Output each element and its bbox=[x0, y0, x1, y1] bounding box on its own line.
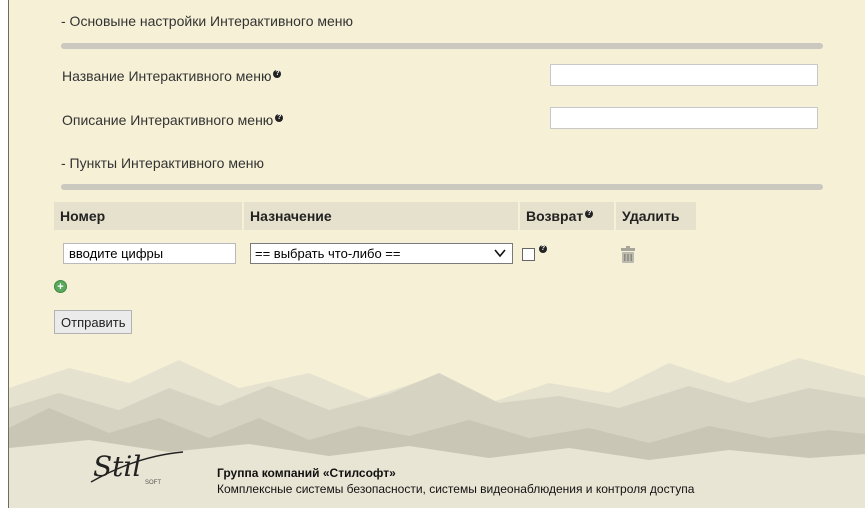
header-return: Возврат? bbox=[520, 202, 614, 230]
help-icon[interactable]: ? bbox=[273, 70, 282, 79]
name-label-text: Название Интерактивного меню bbox=[62, 68, 272, 84]
section-divider-basic bbox=[61, 43, 823, 49]
header-delete: Удалить bbox=[616, 202, 696, 230]
purpose-select[interactable]: == выбрать что-либо == bbox=[250, 243, 513, 264]
section-title-items: - Пункты Интерактивного меню bbox=[61, 155, 264, 171]
chevron-down-icon bbox=[494, 245, 506, 264]
help-icon[interactable]: ? bbox=[275, 114, 284, 123]
items-table-header: Номер Назначение Возврат? Удалить bbox=[54, 202, 865, 230]
description-input[interactable] bbox=[550, 107, 818, 129]
purpose-select-value: == выбрать что-либо == bbox=[255, 246, 401, 261]
header-number: Номер bbox=[54, 202, 242, 230]
header-purpose: Назначение bbox=[244, 202, 518, 230]
description-label-text: Описание Интерактивного меню bbox=[62, 112, 274, 128]
name-input[interactable] bbox=[550, 64, 818, 86]
help-icon[interactable]: ? bbox=[585, 210, 594, 219]
section-divider-items bbox=[61, 184, 823, 190]
description-label: Описание Интерактивного меню? bbox=[62, 112, 284, 128]
return-checkbox[interactable] bbox=[522, 248, 535, 261]
footer-description: Комплексные системы безопасности, систем… bbox=[217, 482, 695, 496]
name-label: Название Интерактивного меню? bbox=[62, 68, 282, 84]
item-number-input[interactable] bbox=[63, 243, 236, 264]
header-return-text: Возврат bbox=[526, 208, 584, 224]
help-icon[interactable]: ? bbox=[539, 245, 547, 253]
submit-button[interactable]: Отправить bbox=[54, 310, 133, 334]
logo-text: Stil bbox=[93, 450, 141, 483]
page: - Основыне настройки Интерактивного меню… bbox=[8, 0, 865, 508]
plus-circle-icon[interactable]: + bbox=[54, 280, 67, 293]
trash-icon[interactable] bbox=[621, 246, 635, 263]
footer-company: Группа компаний «Стилсофт» bbox=[217, 466, 396, 480]
stilsoft-logo: Stil SOFT bbox=[87, 446, 187, 495]
section-title-basic: - Основыне настройки Интерактивного меню bbox=[61, 13, 354, 29]
logo-sub-text: SOFT bbox=[145, 480, 161, 486]
